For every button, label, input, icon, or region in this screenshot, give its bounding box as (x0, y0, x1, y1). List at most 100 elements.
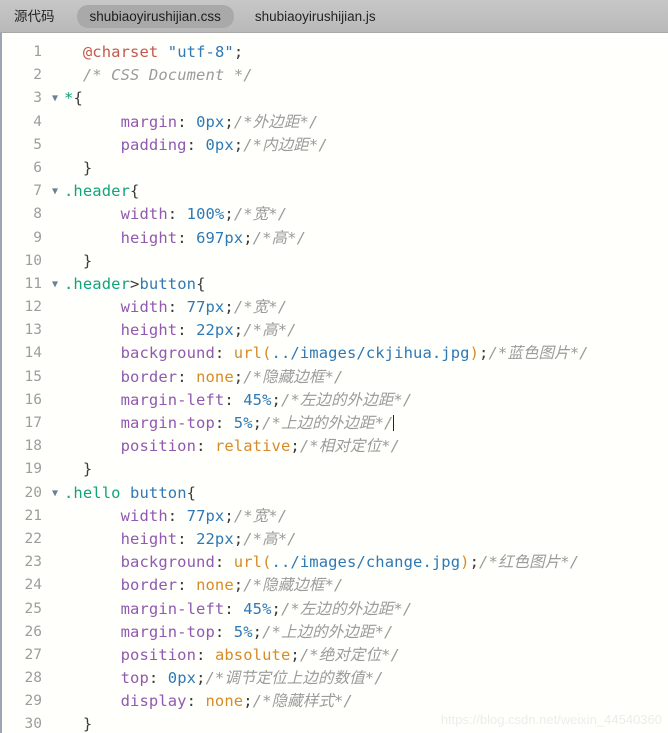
code-line[interactable]: 19 } (2, 458, 668, 481)
token-kw: none (205, 692, 244, 711)
token-prop: position (120, 437, 197, 456)
fold-triangle-icon[interactable]: ▼ (46, 87, 64, 110)
code-line[interactable]: 14 background: url(../images/ckjihua.jpg… (2, 342, 668, 365)
code-line[interactable]: 3 ▼ *{ (2, 87, 668, 110)
code-line[interactable]: 25 margin-left: 45%;/*左边的外边距*/ (2, 598, 668, 621)
token-punc: : (214, 344, 225, 363)
code-line[interactable]: 5 padding: 0px;/*内边距*/ (2, 134, 668, 157)
code-line[interactable]: 13 height: 22px;/*高*/ (2, 319, 668, 342)
line-source: padding: 0px;/*内边距*/ (64, 134, 328, 157)
token-punc: ; (233, 529, 244, 548)
token-val: 0px (205, 135, 234, 154)
code-line[interactable]: 2 /* CSS Document */ (2, 64, 668, 87)
token-com: /*上边的外边距*/ (262, 622, 394, 641)
token-val: 5% (233, 622, 253, 641)
code-line[interactable]: 29 display: none;/*隐藏样式*/ (2, 690, 668, 713)
code-line[interactable]: 8 width: 100%;/*宽*/ (2, 203, 668, 226)
line-source: margin-top: 5%;/*上边的外边距*/ (64, 621, 394, 644)
token-punc: : (186, 135, 197, 154)
token-com: /*隐藏边框*/ (243, 576, 344, 595)
fold-triangle-icon[interactable]: ▼ (46, 180, 64, 203)
token-val: 45% (243, 599, 272, 618)
code-line[interactable]: 15 border: none;/*隐藏边框*/ (2, 366, 668, 389)
code-line[interactable]: 20 ▼ .hello button{ (2, 482, 668, 505)
code-line[interactable]: 18 position: relative;/*相对定位*/ (2, 435, 668, 458)
code-line[interactable]: 16 margin-left: 45%;/*左边的外边距*/ (2, 389, 668, 412)
token-kw: relative (214, 437, 291, 456)
code-line[interactable]: 10 } (2, 250, 668, 273)
line-number: 26 (24, 623, 42, 640)
code-line[interactable]: 17 margin-top: 5%;/*上边的外边距*/ (2, 412, 668, 435)
token-punc: } (64, 715, 93, 733)
token-val: 45% (243, 390, 272, 409)
token-punc: ; (233, 321, 244, 340)
fold-triangle-icon[interactable]: ▼ (46, 273, 64, 296)
token-com: /*宽*/ (233, 205, 288, 224)
code-line[interactable]: 9 height: 697px;/*高*/ (2, 227, 668, 250)
line-number: 28 (24, 670, 42, 687)
code-line[interactable]: 23 background: url(../images/change.jpg)… (2, 551, 668, 574)
token-com: /*绝对定位*/ (299, 645, 400, 664)
line-source: position: relative;/*相对定位*/ (64, 435, 400, 458)
line-source: width: 77px;/*宽*/ (64, 296, 287, 319)
line-source: margin-left: 45%;/*左边的外边距*/ (64, 598, 413, 621)
code-line[interactable]: 24 border: none;/*隐藏边框*/ (2, 574, 668, 597)
token-punc: : (177, 228, 187, 247)
token-punc: ; (252, 414, 263, 432)
code-line[interactable]: 12 width: 77px;/*宽*/ (2, 296, 668, 319)
code-line[interactable]: 28 top: 0px;/*调节定位上边的数值*/ (2, 667, 668, 690)
token-punc: ; (233, 367, 244, 386)
line-number: 14 (24, 345, 42, 362)
line-number: 4 (33, 113, 42, 130)
code-line[interactable]: 1 @charset "utf-8"; (2, 41, 668, 64)
token-punc: : (177, 367, 187, 386)
token-val: ../images/ckjihua.jpg (271, 344, 470, 363)
code-line[interactable]: 6 } (2, 157, 668, 180)
token-com: /*外边距*/ (233, 112, 319, 131)
code-line[interactable]: 27 position: absolute;/*绝对定位*/ (2, 644, 668, 667)
line-source: margin-left: 45%;/*左边的外边距*/ (64, 389, 413, 412)
code-line[interactable]: 4 margin: 0px;/*外边距*/ (2, 111, 668, 134)
token-punc: ; (252, 622, 263, 641)
token-prop: border (120, 367, 178, 386)
code-line[interactable]: 26 margin-top: 5%;/*上边的外边距*/ (2, 621, 668, 644)
tab-shubiaoyirushijian-css[interactable]: shubiaoyirushijian.css (76, 4, 234, 28)
token-punc: ; (224, 112, 234, 131)
line-source: border: none;/*隐藏边框*/ (64, 574, 344, 597)
code-editor[interactable]: 1 @charset "utf-8"; 2 /* CSS Document */3… (0, 33, 668, 733)
line-number: 19 (24, 461, 42, 478)
line-number: 29 (24, 693, 42, 710)
token-punc: ; (243, 692, 253, 711)
code-line[interactable]: 21 width: 77px;/*宽*/ (2, 505, 668, 528)
token-prop: top (120, 669, 149, 688)
token-punc: ; (271, 599, 281, 618)
token-punc: : (186, 692, 197, 711)
line-source: height: 22px;/*高*/ (64, 528, 297, 551)
code-lines[interactable]: 1 @charset "utf-8"; 2 /* CSS Document */3… (2, 41, 668, 733)
code-line[interactable]: 11 ▼ .header>button{ (2, 273, 668, 296)
tab-bar: 源代码 shubiaoyirushijian.css shubiaoyirush… (0, 0, 668, 33)
line-number: 27 (24, 646, 42, 663)
code-line[interactable]: 22 height: 22px;/*高*/ (2, 528, 668, 551)
token-val: 0px (167, 669, 197, 688)
line-source: width: 77px;/*宽*/ (64, 505, 287, 528)
token-punc: ; (224, 298, 234, 317)
tab-shubiaoyirushijian-js[interactable]: shubiaoyirushijian.js (242, 5, 389, 28)
token-val: 22px (196, 321, 234, 340)
code-line[interactable]: 7 ▼ .header{ (2, 180, 668, 203)
fold-triangle-icon[interactable]: ▼ (46, 482, 64, 505)
